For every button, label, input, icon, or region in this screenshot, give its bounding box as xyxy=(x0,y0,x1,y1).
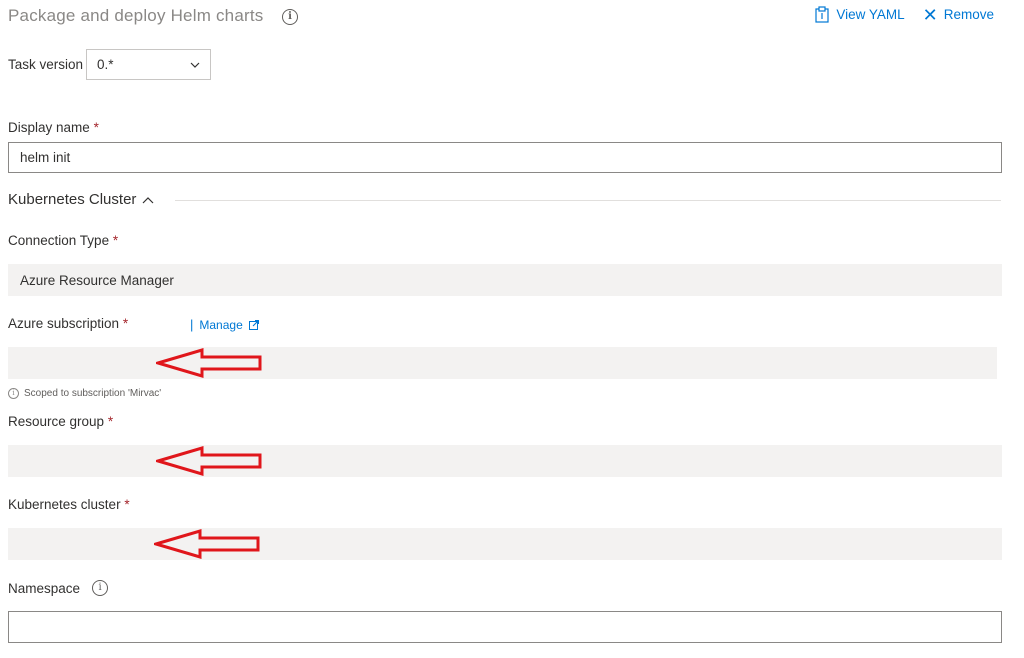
resource-group-label: Resource group * xyxy=(8,414,113,429)
section-title: Kubernetes Cluster xyxy=(8,191,137,208)
chevron-down-icon xyxy=(190,62,200,68)
resource-group-label-text: Resource group xyxy=(8,414,105,429)
clipboard-icon xyxy=(815,6,829,23)
required-marker: * xyxy=(93,120,99,135)
page-title: Package and deploy Helm charts xyxy=(8,6,264,25)
task-version-select[interactable]: 0.* xyxy=(86,49,211,80)
chevron-up-icon xyxy=(142,196,154,203)
display-name-label-text: Display name xyxy=(8,120,90,135)
manage-label: Manage xyxy=(199,317,243,332)
info-icon[interactable]: i xyxy=(92,580,109,596)
display-name-value: helm init xyxy=(20,150,71,165)
connection-type-field[interactable]: Azure Resource Manager xyxy=(8,264,1002,296)
display-name-label: Display name * xyxy=(8,120,99,135)
remove-button[interactable]: ✕ Remove xyxy=(922,4,994,25)
required-marker: * xyxy=(112,233,119,248)
namespace-label: Namespace i xyxy=(8,580,109,596)
view-yaml-button[interactable]: View YAML xyxy=(814,6,905,23)
header-actions: View YAML ✕ Remove xyxy=(814,4,994,25)
manage-link[interactable]: | Manage xyxy=(190,317,259,332)
azure-subscription-label-text: Azure subscription xyxy=(8,316,120,331)
annotation-arrow-icon xyxy=(154,529,260,559)
kubernetes-cluster-label-text: Kubernetes cluster xyxy=(8,497,121,512)
scoped-help-text: i Scoped to subscription 'Mirvac' xyxy=(8,388,161,399)
kubernetes-cluster-section-header[interactable]: Kubernetes Cluster xyxy=(8,191,154,208)
external-link-icon xyxy=(248,319,259,330)
namespace-label-text: Namespace xyxy=(8,580,81,596)
azure-subscription-label: Azure subscription * xyxy=(8,316,128,331)
connection-type-label: Connection Type * xyxy=(8,233,118,248)
annotation-arrow-icon xyxy=(156,348,262,378)
task-version-label: Task version xyxy=(8,57,84,72)
kubernetes-cluster-label: Kubernetes cluster * xyxy=(8,497,130,512)
scoped-text: Scoped to subscription 'Mirvac' xyxy=(24,388,162,399)
required-marker: * xyxy=(107,414,114,429)
required-marker: * xyxy=(122,316,129,331)
display-name-input[interactable]: helm init xyxy=(8,142,1002,173)
info-icon[interactable]: i xyxy=(282,9,298,25)
remove-label: Remove xyxy=(943,7,994,22)
connection-type-value: Azure Resource Manager xyxy=(20,272,174,288)
manage-separator: | xyxy=(190,317,194,332)
annotation-arrow-icon xyxy=(156,446,262,476)
info-icon: i xyxy=(8,388,19,399)
namespace-input[interactable] xyxy=(8,611,1002,643)
view-yaml-label: View YAML xyxy=(836,7,905,22)
close-icon: ✕ xyxy=(922,4,938,25)
task-version-value: 0.* xyxy=(97,57,114,72)
section-divider xyxy=(175,200,1001,201)
required-marker: * xyxy=(124,497,130,512)
connection-type-label-text: Connection Type xyxy=(8,233,110,248)
